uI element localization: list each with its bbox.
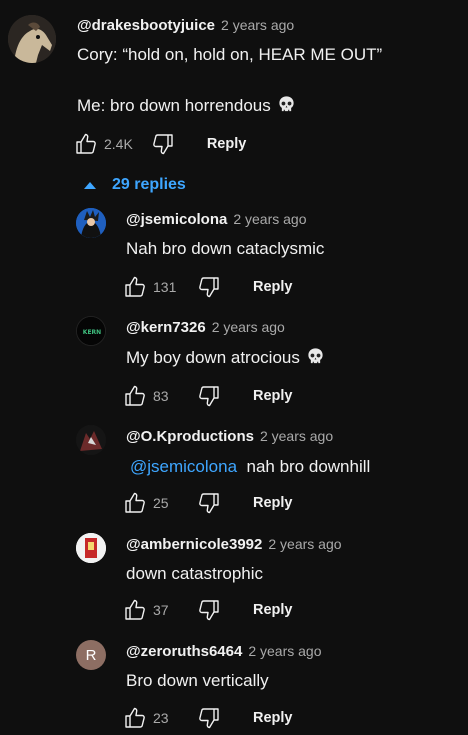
comment-actions: 25 Reply <box>123 491 293 515</box>
author-name[interactable]: @jsemicolona <box>126 211 227 228</box>
comment-author[interactable]: @jsemicolona 2 years ago <box>126 211 307 228</box>
dislike-icon[interactable] <box>151 132 175 156</box>
skull-emoji-icon <box>277 95 296 114</box>
comment-author[interactable]: @drakesbootyjuice 2 years ago <box>77 17 294 34</box>
comment-author[interactable]: @O.Kproductions 2 years ago <box>126 428 333 445</box>
comment-text: nah bro downhill <box>246 457 371 476</box>
reply-item: KERN @kern7326 2 years ago My boy down at… <box>0 313 468 413</box>
comment-text: Bro down vertically <box>126 671 269 690</box>
like-icon[interactable] <box>123 598 147 622</box>
dislike-icon[interactable] <box>197 598 221 622</box>
reply-button[interactable]: Reply <box>207 136 247 152</box>
reply-item: @O.Kproductions 2 years ago @jsemicolona … <box>0 422 468 522</box>
reply-button[interactable]: Reply <box>253 279 293 295</box>
chevron-up-icon <box>84 182 96 189</box>
comment-text: down catastrophic <box>126 564 264 583</box>
like-count: 2.4K <box>104 136 133 152</box>
avatar[interactable] <box>76 208 106 238</box>
avatar[interactable] <box>8 15 56 63</box>
avatar-logo-text: KERN <box>83 329 101 336</box>
comment-author[interactable]: @ambernicole3992 2 years ago <box>126 536 342 553</box>
anime-avatar-icon <box>76 208 106 238</box>
comment-actions: 37 Reply <box>123 598 293 622</box>
author-name[interactable]: @zeroruths6464 <box>126 643 242 660</box>
dislike-icon[interactable] <box>197 706 221 730</box>
avatar[interactable] <box>76 533 106 563</box>
dislike-icon[interactable] <box>197 384 221 408</box>
comment-time[interactable]: 2 years ago <box>268 536 341 552</box>
red-white-avatar-icon <box>76 533 106 563</box>
comment-time[interactable]: 2 years ago <box>233 211 306 227</box>
author-name[interactable]: @drakesbootyjuice <box>77 17 215 34</box>
kern-logo-icon: KERN <box>77 317 105 345</box>
avatar[interactable] <box>76 425 106 455</box>
reply-item: @ambernicole3992 2 years ago down catastr… <box>0 530 468 630</box>
skull-emoji-icon <box>306 347 325 366</box>
comment-text-line2: Me: bro down horrendous <box>77 95 296 116</box>
dark-figure-avatar-icon <box>76 425 106 455</box>
replies-count-label: 29 replies <box>112 176 186 193</box>
like-icon[interactable] <box>123 384 147 408</box>
comment-actions: 131 Reply <box>123 275 293 299</box>
comment-text: Me: bro down horrendous <box>77 96 271 115</box>
mention-link[interactable]: @jsemicolona <box>130 457 237 476</box>
horse-photo-icon <box>8 15 56 63</box>
avatar[interactable]: R <box>76 640 106 670</box>
reply-button[interactable]: Reply <box>253 602 293 618</box>
comment-text-line: @jsemicolona nah bro downhill <box>130 457 370 477</box>
author-name[interactable]: @kern7326 <box>126 319 206 336</box>
like-count: 131 <box>153 279 177 295</box>
like-count: 23 <box>153 710 169 726</box>
like-icon[interactable] <box>123 275 147 299</box>
like-count: 83 <box>153 388 169 404</box>
comment-text: My boy down atrocious <box>126 348 300 367</box>
dislike-icon[interactable] <box>197 275 221 299</box>
reply-button[interactable]: Reply <box>253 388 293 404</box>
top-comment: @drakesbootyjuice 2 years ago Cory: “hold… <box>0 0 468 165</box>
comment-text-line1: Cory: “hold on, hold on, HEAR ME OUT” <box>77 45 383 64</box>
reply-button[interactable]: Reply <box>253 710 293 726</box>
comment-actions: 2.4K Reply <box>74 132 246 156</box>
like-icon[interactable] <box>123 491 147 515</box>
avatar-letter: R <box>85 646 97 664</box>
dislike-icon[interactable] <box>197 491 221 515</box>
comment-actions: 23 Reply <box>123 706 293 730</box>
comment-time[interactable]: 2 years ago <box>212 319 285 335</box>
like-icon[interactable] <box>123 706 147 730</box>
like-count: 37 <box>153 602 169 618</box>
comment-actions: 83 Reply <box>123 384 293 408</box>
comment-author[interactable]: @kern7326 2 years ago <box>126 319 285 336</box>
comment-time[interactable]: 2 years ago <box>260 428 333 444</box>
reply-item: R @zeroruths6464 2 years ago Bro down ver… <box>0 637 468 735</box>
comment-time[interactable]: 2 years ago <box>248 643 321 659</box>
comment-author[interactable]: @zeroruths6464 2 years ago <box>126 643 322 660</box>
reply-button[interactable]: Reply <box>253 495 293 511</box>
like-icon[interactable] <box>74 132 98 156</box>
avatar[interactable]: KERN <box>76 316 106 346</box>
author-name[interactable]: @ambernicole3992 <box>126 536 262 553</box>
replies-toggle-button[interactable]: 29 replies <box>84 176 186 194</box>
reply-item: @jsemicolona 2 years ago Nah bro down cat… <box>0 205 468 305</box>
author-name[interactable]: @O.Kproductions <box>126 428 254 445</box>
comment-text-line: My boy down atrocious <box>126 347 325 368</box>
comment-time[interactable]: 2 years ago <box>221 17 294 33</box>
comment-text: Nah bro down cataclysmic <box>126 239 325 258</box>
like-count: 25 <box>153 495 169 511</box>
